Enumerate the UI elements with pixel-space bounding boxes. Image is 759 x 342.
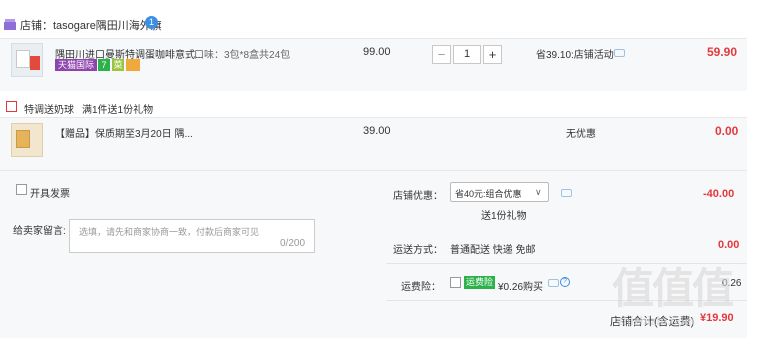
memo-label: 给卖家留言:	[13, 226, 66, 237]
coupon-gift-note: 送1份礼物	[481, 211, 527, 222]
chat-icon[interactable]	[561, 189, 572, 197]
shipping-amount: 0.00	[718, 239, 740, 251]
shipping-label: 运送方式：	[393, 245, 443, 256]
gift-discount: 无优惠	[566, 129, 596, 140]
gift-icon	[6, 101, 17, 112]
gift-thumbnail[interactable]	[11, 123, 43, 157]
store-badge[interactable]: 1	[145, 16, 158, 29]
store-icon	[4, 19, 16, 30]
watermark-logo: 值值值	[612, 265, 734, 312]
store-name[interactable]: 店铺：tasogare隅田川海外旗	[20, 17, 162, 33]
quantity-decrease-button[interactable]: −	[432, 45, 451, 64]
chat-icon[interactable]	[614, 49, 625, 57]
gift-promo-label: 特调送奶球	[24, 105, 74, 116]
coupon-label: 店铺优惠：	[393, 191, 443, 202]
quantity-input[interactable]: 1	[453, 45, 481, 64]
gift-promo-sub: 满1件送1份礼物	[82, 105, 154, 116]
insurance-checkbox[interactable]	[450, 277, 461, 288]
insurance-tag: 运费险	[464, 276, 496, 289]
gift-unit-price: 39.00	[363, 125, 391, 137]
gift-total: 0.00	[715, 124, 739, 138]
tmall-intl-tag: 天猫国际	[55, 59, 98, 71]
card-icon	[126, 59, 140, 71]
item-total: 59.90	[707, 45, 738, 59]
memo-char-count: 0/200	[280, 238, 306, 249]
seven-day-tag: 7	[98, 59, 110, 71]
product-thumbnail[interactable]	[11, 43, 43, 77]
help-icon[interactable]: ?	[560, 277, 570, 287]
coupon-selected-value: 省40元:组合优惠	[455, 189, 522, 199]
memo-placeholder: 选填，请先和商家协商一致，付款后商家可见	[79, 227, 260, 237]
unit-price: 99.00	[363, 46, 391, 58]
quantity-increase-button[interactable]: +	[483, 45, 502, 64]
insurance-price: ¥0.26购买	[498, 282, 544, 293]
invoice-label: 开具发票	[30, 189, 70, 200]
item-discount: 省39.10:店铺活动	[536, 50, 614, 61]
product-spec: 口味：3包*8盒共24包	[194, 50, 291, 61]
insurance-label: 运费险：	[401, 282, 441, 293]
chat-icon[interactable]	[548, 279, 559, 287]
coupon-amount: -40.00	[703, 188, 735, 200]
invoice-checkbox[interactable]	[16, 184, 27, 195]
service-tag: 菜	[112, 59, 124, 71]
gift-product-title[interactable]: 【赠品】保质期至3月20日 隅...	[55, 125, 193, 140]
watermark-site: zhizhizhi.com	[617, 314, 695, 328]
chevron-down-icon[interactable]: ∨	[535, 187, 542, 198]
shipping-method: 普通配送 快递 免邮	[450, 245, 536, 256]
